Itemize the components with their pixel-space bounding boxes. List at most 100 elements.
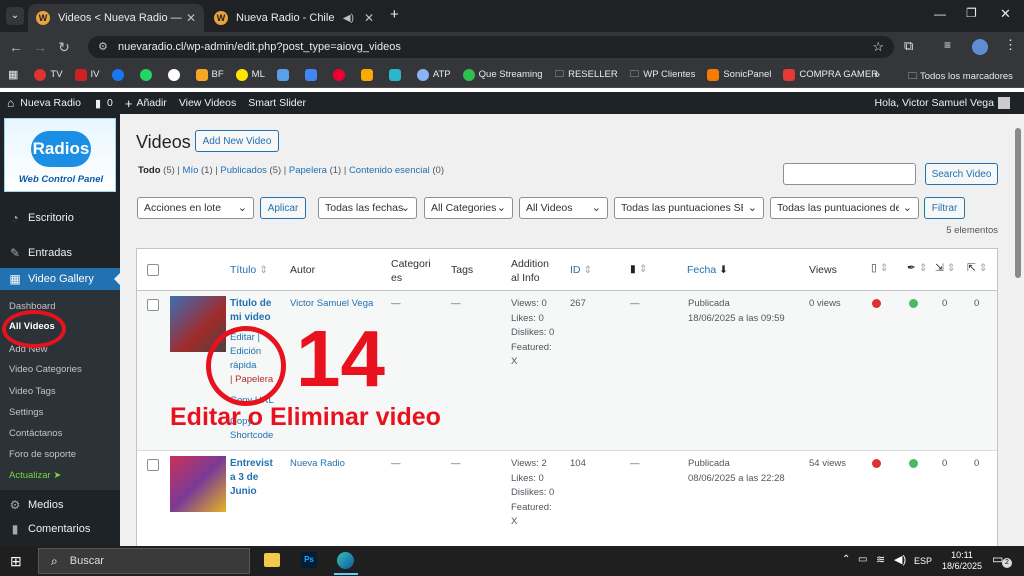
maximize-icon[interactable]: ❐ <box>966 6 977 20</box>
video-title[interactable]: Titulo de mi video <box>230 297 271 325</box>
seo-ratings-select[interactable]: Todas las puntuaciones SEO ⌄ <box>614 197 764 219</box>
facebook-icon[interactable] <box>111 68 128 81</box>
row-checkbox[interactable] <box>147 459 159 471</box>
submenu-video-tags[interactable]: Video Tags <box>9 386 56 397</box>
home-icon[interactable]: ⌂ <box>7 96 14 110</box>
bookmark-compra-gamer[interactable]: COMPRA GAMER <box>783 68 878 81</box>
submenu-foro[interactable]: Foro de soporte <box>9 449 76 460</box>
network-icon[interactable]: ▭ <box>858 554 867 565</box>
back-icon[interactable]: ← <box>4 39 28 55</box>
filter-button[interactable]: Filtrar <box>924 197 965 219</box>
windows-start-icon[interactable]: ⊞ <box>10 553 22 570</box>
filter-todo[interactable]: Todo (5) <box>138 165 175 176</box>
minimize-icon[interactable]: — <box>934 7 946 21</box>
bookmark-sonicpanel[interactable]: SonicPanel <box>707 68 771 81</box>
author-link[interactable]: Nueva Radio <box>290 457 345 472</box>
menu-comentarios[interactable]: ▮ Comentarios <box>0 518 120 540</box>
reload-icon[interactable]: ↻ <box>52 39 76 56</box>
extensions-icon[interactable]: ⧉ <box>904 38 913 54</box>
submenu-actualizar[interactable]: Actualizar ➤ <box>9 470 61 481</box>
address-bar[interactable]: ⚙ nuevaradio.cl/wp-admin/edit.php?post_t… <box>88 36 894 58</box>
bookmark-bf[interactable]: BF <box>195 68 224 81</box>
analytics-icon[interactable] <box>360 68 377 81</box>
select-all-checkbox[interactable] <box>147 264 159 276</box>
taskbar-search[interactable]: ⌕ Buscar <box>38 548 250 574</box>
bookmark-atp[interactable]: ATP <box>416 68 451 81</box>
categories-select[interactable]: All Categories ⌄ <box>424 197 513 219</box>
bookmark-tv[interactable]: TV <box>34 68 63 81</box>
media-icon[interactable]: ≡ <box>944 38 951 52</box>
apps-icon[interactable]: ▦ <box>8 68 18 81</box>
site-logo[interactable]: Radios Web Control Panel <box>4 118 116 192</box>
menu-medios[interactable]: ⚙ Medios <box>0 494 120 516</box>
col-seo[interactable]: ▯ ⇕ <box>871 262 889 274</box>
profile-icon[interactable] <box>972 39 988 55</box>
site-name[interactable]: Nueva Radio <box>20 97 81 109</box>
videos-select[interactable]: All Videos ⌄ <box>519 197 608 219</box>
filter-mio[interactable]: Mío (1) <box>183 165 213 176</box>
tab-videos[interactable]: W Videos < Nueva Radio — WordPress ✕ <box>28 4 204 32</box>
submenu-settings[interactable]: Settings <box>9 407 43 418</box>
dates-select[interactable]: Todas las fechas ⌄ <box>318 197 417 219</box>
bookmark-star-icon[interactable]: ☆ <box>872 39 884 55</box>
wifi-icon[interactable]: ≋ <box>876 553 885 566</box>
col-comments[interactable]: ▮ ⇕ <box>630 263 648 275</box>
add-new-video-button[interactable]: Add New Video <box>195 130 279 152</box>
menu-escritorio[interactable]: ◔ Escritorio <box>0 207 120 229</box>
video-title[interactable]: Entrevist a 3 de Junio <box>230 457 273 499</box>
close-icon[interactable]: ✕ <box>186 11 196 25</box>
col-title[interactable]: Título ⇕ <box>230 264 268 276</box>
cloud-icon[interactable] <box>276 68 293 81</box>
row-checkbox[interactable] <box>147 299 159 311</box>
tab-nueva-radio[interactable]: W Nueva Radio - Chile ◀) ✕ <box>206 4 382 32</box>
submenu-video-categories[interactable]: Video Categories <box>9 364 82 375</box>
apply-button[interactable]: Aplicar <box>260 197 306 219</box>
col-date[interactable]: Fecha ⬇ <box>687 264 728 276</box>
ads-icon[interactable] <box>304 68 321 81</box>
language-indicator[interactable]: ESP <box>914 556 932 566</box>
menu-video-gallery[interactable]: ▦ Video Gallery <box>0 268 120 290</box>
bookmark-ml[interactable]: ML <box>235 68 265 81</box>
tray-chevron-icon[interactable]: ⌃ <box>842 554 850 565</box>
filter-papelera[interactable]: Papelera (1) <box>289 165 341 176</box>
chevron-right-icon[interactable]: » <box>874 69 880 81</box>
all-bookmarks[interactable]: 🗀 Todos los marcadores <box>908 69 1013 85</box>
video-thumbnail[interactable] <box>170 456 226 512</box>
col-id[interactable]: ID ⇕ <box>570 264 592 276</box>
bookmark-iv[interactable]: IV <box>74 68 100 81</box>
smart-slider-link[interactable]: Smart Slider <box>248 97 306 109</box>
google-icon[interactable] <box>167 68 184 81</box>
site-info-icon[interactable]: ⚙ <box>98 40 108 53</box>
submenu-contactanos[interactable]: Contáctanos <box>9 428 62 439</box>
camera-icon[interactable] <box>388 68 405 81</box>
page-scrollbar[interactable] <box>1012 114 1024 546</box>
edge-icon[interactable] <box>337 552 354 569</box>
bookmark-que-streaming[interactable]: Que Streaming <box>462 68 543 81</box>
forward-icon[interactable]: → <box>28 39 52 55</box>
comment-icon[interactable]: ▮ <box>95 97 101 110</box>
close-icon[interactable]: ✕ <box>364 11 374 25</box>
search-input[interactable] <box>783 163 916 185</box>
readability-ratings-select[interactable]: Todas las puntuaciones de ⌄ <box>770 197 919 219</box>
volume-icon[interactable]: ◀) <box>894 553 906 566</box>
close-window-icon[interactable]: ✕ <box>1000 6 1011 22</box>
whatsapp-icon[interactable] <box>139 68 156 81</box>
bookmark-wp-clientes[interactable]: 🗀 WP Clientes <box>630 67 696 83</box>
file-explorer-icon[interactable] <box>264 553 280 567</box>
bulk-actions-select[interactable]: Acciones en lote ⌄ <box>137 197 254 219</box>
bookmark-reseller[interactable]: 🗀 RESELLER <box>555 67 618 83</box>
add-new-link[interactable]: Añadir <box>136 97 166 109</box>
menu-dots-icon[interactable]: ⋮ <box>1004 37 1017 53</box>
clock[interactable]: 10:11 18/6/2025 <box>942 550 982 572</box>
new-tab-button[interactable]: + <box>390 6 399 23</box>
photoshop-icon[interactable]: Ps <box>301 552 317 568</box>
author-link[interactable]: Victor Samuel Vega <box>290 297 373 312</box>
opera-icon[interactable] <box>332 68 349 81</box>
col-readability[interactable]: ✒ ⇕ <box>907 262 928 274</box>
col-links-out[interactable]: ⇱ ⇕ <box>967 262 988 274</box>
view-videos-link[interactable]: View Videos <box>179 97 236 109</box>
col-links-in[interactable]: ⇲ ⇕ <box>935 262 956 274</box>
filter-contenido[interactable]: Contenido esencial (0) <box>349 165 444 176</box>
tab-list-button[interactable]: ⌄ <box>6 7 24 25</box>
filter-publicados[interactable]: Publicados (5) <box>220 165 281 176</box>
